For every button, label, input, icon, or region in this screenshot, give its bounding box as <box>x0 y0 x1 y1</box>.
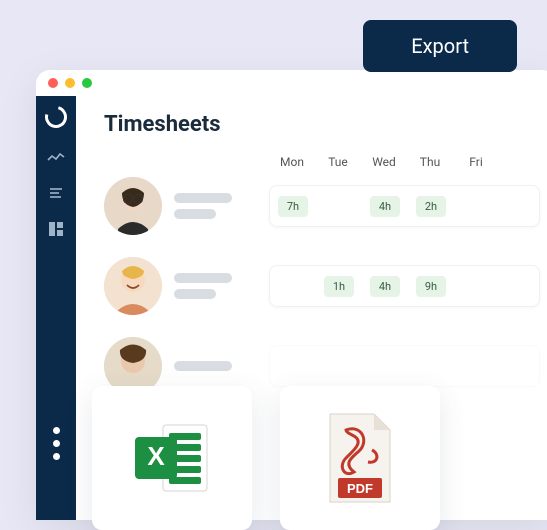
user-cell[interactable] <box>104 177 269 235</box>
days-header: Mon Tue Wed Thu Fri <box>104 155 540 169</box>
day-header: Fri <box>453 155 499 169</box>
hour-pill[interactable]: 4h <box>370 276 400 297</box>
user-cell[interactable] <box>104 257 269 315</box>
hour-pill[interactable]: 2h <box>416 196 446 217</box>
svg-text:PDF: PDF <box>347 481 373 496</box>
page-title: Timesheets <box>104 112 540 137</box>
list-icon[interactable] <box>47 186 65 200</box>
day-header: Tue <box>315 155 361 169</box>
export-pdf-card[interactable]: PDF <box>280 386 440 530</box>
hours-track: 7h 4h 2h <box>269 185 540 227</box>
timesheet-row: 1h 4h 9h <box>104 257 540 315</box>
export-button[interactable]: Export <box>363 20 517 72</box>
hour-pill[interactable]: 1h <box>324 276 354 297</box>
window-titlebar <box>36 70 547 96</box>
hours-track: 1h 4h 9h <box>269 265 540 307</box>
export-cards: X PDF <box>92 386 440 530</box>
timesheet-row: 7h 4h 2h <box>104 177 540 235</box>
sidebar-more-icon[interactable] <box>53 427 60 460</box>
day-header: Thu <box>407 155 453 169</box>
hours-track <box>269 345 540 387</box>
name-placeholder <box>174 193 232 203</box>
excel-icon: X <box>129 415 215 501</box>
avatar <box>104 177 162 235</box>
avatar <box>104 257 162 315</box>
logo-icon[interactable] <box>41 102 71 132</box>
minimize-icon[interactable] <box>65 78 75 88</box>
export-excel-card[interactable]: X <box>92 386 252 530</box>
close-icon[interactable] <box>48 78 58 88</box>
day-header: Wed <box>361 155 407 169</box>
analytics-icon[interactable] <box>47 150 65 164</box>
name-placeholder <box>174 273 232 283</box>
sidebar <box>36 96 76 520</box>
name-placeholder <box>174 361 232 371</box>
grid-icon[interactable] <box>47 222 65 236</box>
hour-pill[interactable]: 7h <box>278 196 308 217</box>
day-header: Mon <box>269 155 315 169</box>
role-placeholder <box>174 209 216 219</box>
role-placeholder <box>174 289 216 299</box>
hour-pill[interactable]: 4h <box>370 196 400 217</box>
hour-pill[interactable]: 9h <box>416 276 446 297</box>
maximize-icon[interactable] <box>82 78 92 88</box>
pdf-icon: PDF <box>324 412 396 504</box>
svg-text:X: X <box>147 441 165 471</box>
